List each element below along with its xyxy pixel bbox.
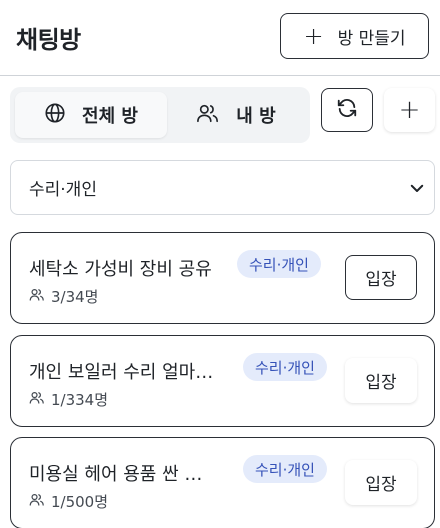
- users-icon: [29, 492, 45, 511]
- member-count: 3/34명: [29, 286, 98, 307]
- room-card[interactable]: 미용실 헤어 용품 싼 … 수리·개인 1/500명 입장: [10, 437, 435, 528]
- tab-my-rooms[interactable]: 내 방: [168, 92, 304, 138]
- room-card[interactable]: 세탁소 가성비 장비 공유 수리·개인 3/34명 입장: [10, 232, 435, 324]
- page-title: 채팅방: [16, 26, 81, 54]
- add-button[interactable]: +: [384, 88, 435, 132]
- room-card[interactable]: 개인 보일러 수리 얼마… 수리·개인 1/334명 입장: [10, 335, 435, 427]
- users-icon: [29, 390, 45, 409]
- plus-icon: +: [303, 22, 324, 50]
- tab-all-rooms[interactable]: 전체 방: [15, 92, 167, 138]
- member-count-text: 1/334명: [51, 391, 109, 409]
- app-header: 채팅방 + 방 만들기: [0, 0, 440, 76]
- refresh-button[interactable]: [321, 88, 373, 132]
- enter-button[interactable]: 입장: [345, 255, 417, 300]
- room-name: 세탁소 가성비 장비 공유: [29, 259, 212, 280]
- room-name: 개인 보일러 수리 얼마…: [29, 362, 214, 383]
- category-select[interactable]: 수리·개인: [10, 160, 435, 215]
- chevron-down-icon: [408, 179, 426, 202]
- category-badge: 수리·개인: [243, 455, 327, 483]
- create-room-button[interactable]: + 방 만들기: [280, 13, 429, 59]
- enter-button[interactable]: 입장: [345, 460, 417, 505]
- globe-icon: [44, 102, 66, 129]
- member-count: 1/334명: [29, 389, 108, 410]
- tab-my-rooms-label: 내 방: [236, 106, 276, 127]
- tab-all-rooms-label: 전체 방: [82, 106, 138, 127]
- member-count-text: 3/34명: [51, 288, 99, 306]
- room-scope-tabs: 전체 방 내 방: [10, 87, 310, 143]
- refresh-icon: [336, 97, 358, 123]
- users-icon: [196, 102, 220, 129]
- category-badge: 수리·개인: [243, 353, 327, 381]
- member-count-text: 1/500명: [51, 493, 109, 511]
- member-count: 1/500명: [29, 491, 108, 512]
- room-name: 미용실 헤어 용품 싼 …: [29, 464, 203, 485]
- users-icon: [29, 287, 45, 306]
- create-room-label: 방 만들기: [337, 28, 406, 49]
- enter-button[interactable]: 입장: [345, 358, 417, 403]
- category-select-value: 수리·개인: [29, 180, 97, 200]
- category-badge: 수리·개인: [237, 250, 321, 278]
